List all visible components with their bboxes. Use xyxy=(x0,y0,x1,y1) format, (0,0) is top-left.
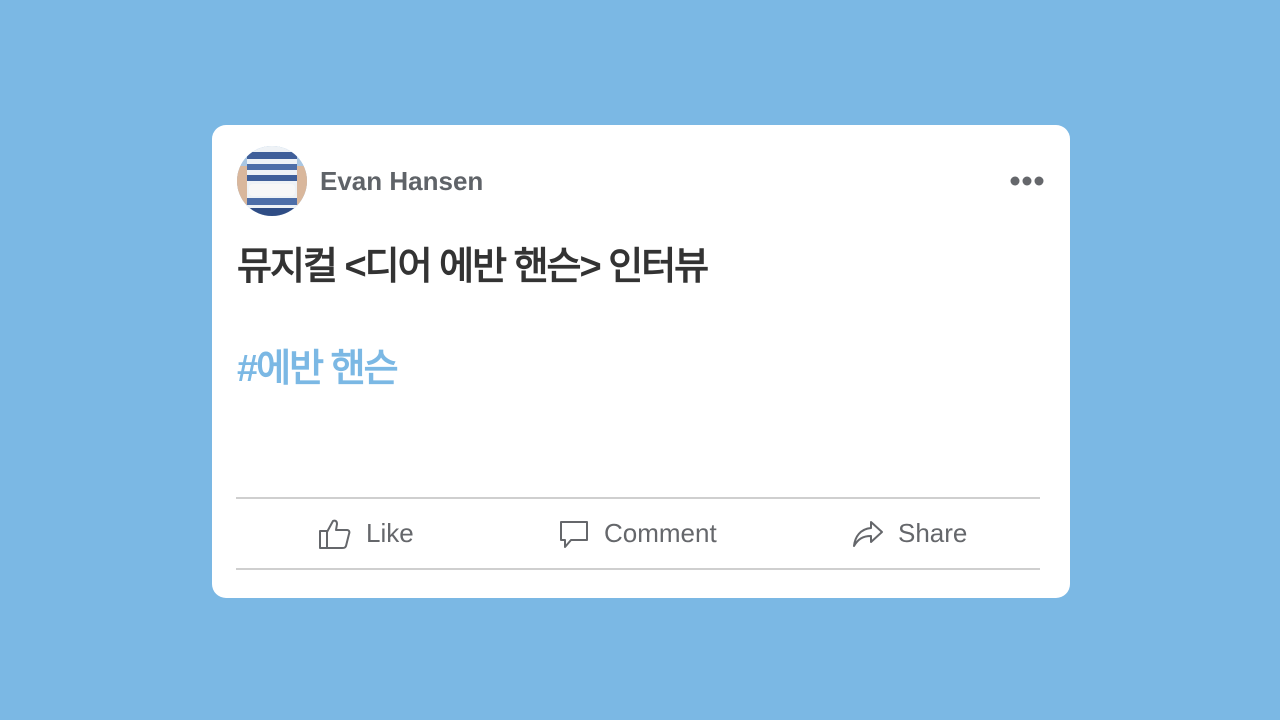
like-button[interactable]: Like xyxy=(318,499,414,568)
like-label: Like xyxy=(366,518,414,548)
comment-label: Comment xyxy=(604,518,717,548)
speech-bubble-icon xyxy=(558,518,590,550)
action-bar: Like Comment Share xyxy=(236,499,1040,568)
share-button[interactable]: Share xyxy=(852,499,967,568)
post-header: Evan Hansen xyxy=(237,146,1045,216)
avatar-image xyxy=(237,146,307,216)
divider-bottom xyxy=(236,568,1040,570)
author-name[interactable]: Evan Hansen xyxy=(320,166,483,196)
share-label: Share xyxy=(898,518,968,548)
post-card: Evan Hansen 뮤지컬 <디어 에반 핸슨> 인터뷰 #에반 핸슨 Li… xyxy=(212,125,1070,598)
comment-button[interactable]: Comment xyxy=(558,499,717,568)
hashtag-link[interactable]: #에반 핸슨 xyxy=(237,345,399,393)
post-title: 뮤지컬 <디어 에반 핸슨> 인터뷰 xyxy=(237,246,709,288)
more-options-icon[interactable] xyxy=(1009,170,1045,192)
share-arrow-icon xyxy=(852,519,884,549)
avatar[interactable] xyxy=(237,146,307,216)
thumbs-up-icon xyxy=(318,518,352,550)
